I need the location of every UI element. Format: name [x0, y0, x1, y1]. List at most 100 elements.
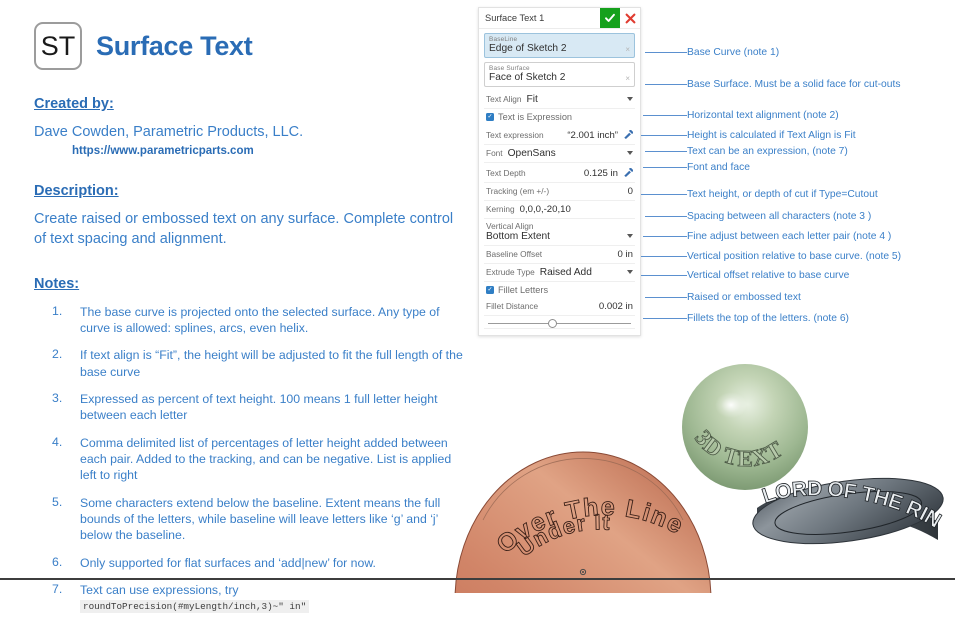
- surface-text-dialog[interactable]: Surface Text 1 BaseLine Edge of Sketch 2…: [478, 7, 641, 336]
- note-item: 5. Some characters extend below the base…: [34, 495, 464, 544]
- text-expression-row[interactable]: Text expression “2.001 inch”: [484, 125, 635, 145]
- dome-render: Over The Line Under It: [454, 451, 712, 593]
- baseline-offset-label: Baseline Offset: [486, 249, 543, 259]
- callout-text: Horizontal text alignment (note 2): [687, 110, 839, 121]
- title-label: Surface Text: [96, 30, 253, 61]
- callout-text: Base Surface. Must be a solid face for c…: [687, 79, 901, 90]
- callout-fine-adjust: Fine adjust between each letter pair (no…: [643, 231, 891, 242]
- kerning-row[interactable]: Kerning 0,0,0,-20,10: [484, 201, 635, 219]
- checkbox-checked-icon[interactable]: ✓: [486, 113, 494, 121]
- note-number: 1.: [52, 303, 63, 318]
- note-number: 3.: [52, 390, 63, 405]
- baseline-caption: BaseLine: [489, 36, 518, 43]
- kerning-value: 0,0,0,-20,10: [519, 204, 571, 215]
- text-depth-label: Text Depth: [486, 168, 526, 178]
- svg-text:Under It: Under It: [512, 509, 611, 561]
- cancel-button[interactable]: [620, 8, 640, 28]
- baseline-value: Edge of Sketch 2: [489, 43, 567, 54]
- close-icon: [625, 13, 635, 23]
- callout-text: Fine adjust between each letter pair (no…: [687, 231, 892, 242]
- callout-text: Base Curve (note 1): [687, 47, 780, 58]
- text-align-row[interactable]: Text Align Fit: [484, 91, 635, 109]
- checkbox-checked-icon[interactable]: ✓: [486, 286, 494, 294]
- callout-text: Text can be an expression, (note 7): [687, 146, 848, 157]
- callout-height-calculated: Height is calculated if Text Align is Fi…: [641, 130, 856, 141]
- slider-knob[interactable]: [548, 318, 558, 328]
- note-item: 6. Only supported for flat surfaces and …: [34, 555, 464, 571]
- leader-line: [641, 255, 687, 258]
- callout-text-height: Text height, or depth of cut if Type=Cut…: [641, 189, 878, 200]
- note-number: 5.: [52, 494, 63, 509]
- text-is-expression-row[interactable]: ✓ Text is Expression: [484, 109, 635, 125]
- chevron-down-icon[interactable]: [627, 97, 633, 101]
- chevron-down-icon[interactable]: [627, 270, 633, 274]
- notes-list: 1. The base curve is projected onto the …: [34, 304, 464, 615]
- note-number: 2.: [52, 347, 63, 362]
- callout-text: Vertical offset relative to base curve: [687, 270, 850, 281]
- tracking-row[interactable]: Tracking (em +/-) 0: [484, 183, 635, 201]
- note-text: Comma delimited list of percentages of l…: [80, 435, 452, 483]
- expression-editor-icon[interactable]: [623, 130, 633, 140]
- note-item: 7. Text can use expressions, try roundTo…: [34, 582, 464, 615]
- vertical-align-row[interactable]: Vertical Align Bottom Extent: [484, 219, 635, 246]
- note-text-lead: Text can use expressions, try: [80, 583, 239, 598]
- note-item: 4. Comma delimited list of percentages o…: [34, 435, 464, 484]
- accept-button[interactable]: [600, 8, 620, 28]
- website-link[interactable]: https://www.parametricparts.com: [72, 145, 464, 157]
- text-align-label: Text Align: [486, 94, 522, 104]
- fillet-distance-row[interactable]: Fillet Distance 0.002 in: [484, 298, 635, 316]
- callout-fillets: Fillets the top of the letters. (note 6): [643, 313, 849, 324]
- baseline-selection-field[interactable]: BaseLine Edge of Sketch 2 ×: [484, 33, 635, 58]
- extrude-type-row[interactable]: Extrude Type Raised Add: [484, 264, 635, 282]
- author-name: Dave Cowden, Parametric Products, LLC.: [34, 124, 304, 140]
- callout-spacing: Spacing between all characters (note 3 ): [645, 211, 871, 222]
- note-item: 3. Expressed as percent of text height. …: [34, 391, 464, 424]
- base-surface-value: Face of Sketch 2: [489, 72, 566, 83]
- note-text: Text can use expressions, try roundToPre…: [80, 582, 464, 615]
- checkmark-icon: [605, 13, 615, 22]
- baseline-offset-row[interactable]: Baseline Offset 0 in: [484, 246, 635, 264]
- baseline-clear-icon[interactable]: ×: [625, 45, 630, 54]
- leader-line: [645, 296, 687, 299]
- base-surface-clear-icon[interactable]: ×: [625, 74, 630, 83]
- fillet-letters-label: Fillet Letters: [498, 285, 549, 295]
- expression-editor-icon[interactable]: [623, 168, 633, 178]
- created-by-heading: Created by:: [34, 96, 114, 112]
- font-value: OpenSans: [507, 148, 556, 159]
- note-text: The base curve is projected onto the sel…: [80, 304, 440, 335]
- sphere-render: 3D TEXT: [682, 364, 808, 490]
- text-depth-row[interactable]: Text Depth 0.125 in: [484, 163, 635, 183]
- leader-line: [641, 274, 687, 277]
- note-number: 7.: [52, 582, 63, 597]
- font-row[interactable]: Font OpenSans: [484, 145, 635, 163]
- font-label: Font: [486, 148, 503, 158]
- callout-base-curve: Base Curve (note 1): [645, 47, 779, 58]
- dialog-body: BaseLine Edge of Sketch 2 × Base Surface…: [479, 29, 640, 335]
- chevron-down-icon[interactable]: [627, 233, 633, 238]
- callout-vertical-position: Vertical position relative to base curve…: [641, 251, 901, 262]
- dialog-title: Surface Text 1: [485, 13, 545, 23]
- callout-font-and-face: Font and face: [643, 162, 750, 173]
- document-body: ST Surface Text Created by: Dave Cowden,…: [34, 22, 464, 626]
- tracking-label: Tracking (em +/-): [486, 186, 550, 196]
- note-text: Some characters extend below the baselin…: [80, 495, 441, 543]
- logo-badge: ST: [34, 22, 82, 70]
- leader-line: [645, 215, 687, 218]
- chevron-down-icon[interactable]: [627, 151, 633, 155]
- leader-line: [643, 114, 687, 117]
- fillet-distance-slider-row[interactable]: [484, 316, 635, 329]
- fillet-distance-value: 0.002 in: [598, 301, 633, 312]
- note-text: If text align is “Fit”, the height will …: [80, 348, 463, 379]
- note-number: 6.: [52, 554, 63, 569]
- slider-track[interactable]: [488, 318, 631, 328]
- description-body: Create raised or embossed text on any su…: [34, 211, 454, 247]
- callout-text: Fillets the top of the letters. (note 6): [687, 313, 849, 324]
- logo-text: ST: [40, 30, 76, 61]
- leader-line: [643, 317, 687, 320]
- note-item: 2. If text align is “Fit”, the height wi…: [34, 347, 464, 380]
- page-title: ST Surface Text: [34, 22, 464, 70]
- fillet-letters-row[interactable]: ✓ Fillet Letters: [484, 282, 635, 298]
- leader-line: [645, 83, 687, 86]
- callout-text-expression: Text can be an expression, (note 7): [645, 146, 848, 157]
- base-surface-selection-field[interactable]: Base Surface Face of Sketch 2 ×: [484, 62, 635, 87]
